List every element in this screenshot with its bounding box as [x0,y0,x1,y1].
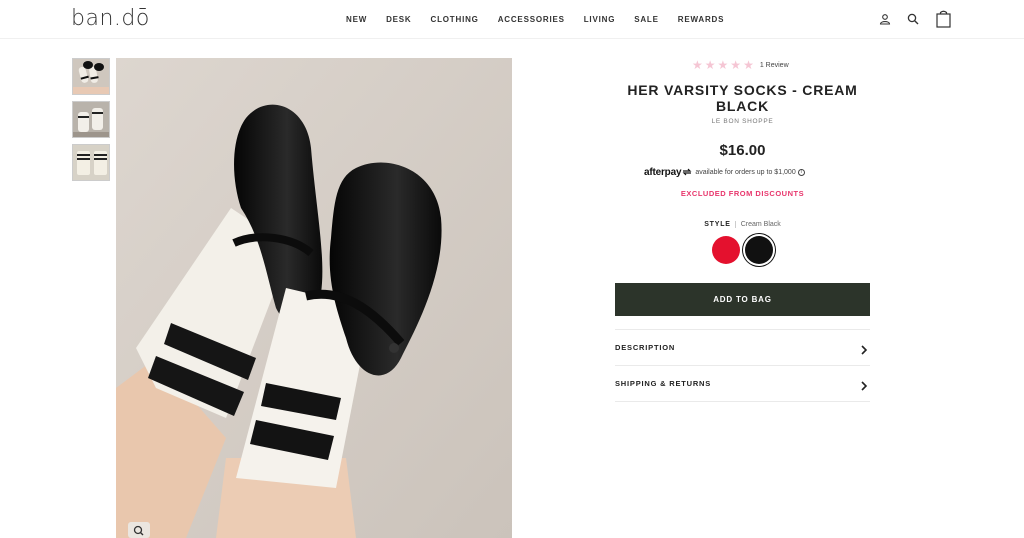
swatch-cream-black[interactable] [745,236,773,264]
nav-clothing[interactable]: CLOTHING [431,15,479,24]
nav-new[interactable]: NEW [346,15,367,24]
style-selector-label: STYLE Cream Black [615,221,870,228]
description-accordion[interactable]: DESCRIPTION [615,330,870,365]
nav-living[interactable]: LIVING [584,15,615,24]
nav-rewards[interactable]: REWARDS [678,15,725,24]
product-rating: ★ ★ ★ ★ ★ 1 Review [692,58,789,72]
star-icon: ★ [743,58,754,72]
divider [615,401,870,402]
nav-desk[interactable]: DESK [386,15,411,24]
product-main-image[interactable] [116,58,512,538]
site-header: ban.dō NEW DESK CLOTHING ACCESSORIES LIV… [0,0,1024,39]
product-brand[interactable]: LE BON SHOPPE [615,118,870,125]
site-logo[interactable]: ban.dō [71,6,150,31]
style-label: STYLE [704,221,736,228]
accordion-label: SHIPPING & RETURNS [615,379,712,388]
star-icon: ★ [730,58,742,72]
afterpay-info: afterpay available for orders up to $1,0… [644,163,805,181]
thumbnail-2[interactable] [72,101,110,138]
review-count-link[interactable]: 1 Review [760,62,789,69]
zoom-icon[interactable] [128,522,150,538]
star-icon: ★ [717,58,729,72]
info-icon[interactable]: i [797,168,805,176]
cart-icon[interactable] [936,10,951,33]
star-icon: ★ [692,58,703,72]
nav-accessories[interactable]: ACCESSORIES [498,15,565,24]
accordion-label: DESCRIPTION [615,343,676,352]
product-title: HER VARSITY SOCKS - CREAM BLACK [627,82,858,114]
product-price: $16.00 [719,142,766,159]
afterpay-logo: afterpay [644,166,682,178]
swatch-red[interactable] [712,236,740,264]
excluded-notice: EXCLUDED FROM DISCOUNTS [680,189,805,198]
chevron-right-icon [860,378,868,396]
main-nav: NEW DESK CLOTHING ACCESSORIES LIVING SAL… [346,15,743,24]
chevron-right-icon [860,342,868,360]
style-value: Cream Black [740,221,781,228]
star-icon: ★ [704,58,716,72]
thumbnail-1[interactable] [72,58,110,95]
account-icon[interactable] [879,12,891,30]
nav-sale[interactable]: SALE [634,15,659,24]
shipping-returns-accordion[interactable]: SHIPPING & RETURNS [615,366,870,401]
afterpay-arrows-icon [682,163,692,181]
afterpay-text: available for orders up to $1,000 [695,168,796,176]
add-to-bag-button[interactable]: ADD TO BAG [615,283,870,316]
thumbnail-3[interactable] [72,144,110,181]
search-icon[interactable] [907,12,919,30]
